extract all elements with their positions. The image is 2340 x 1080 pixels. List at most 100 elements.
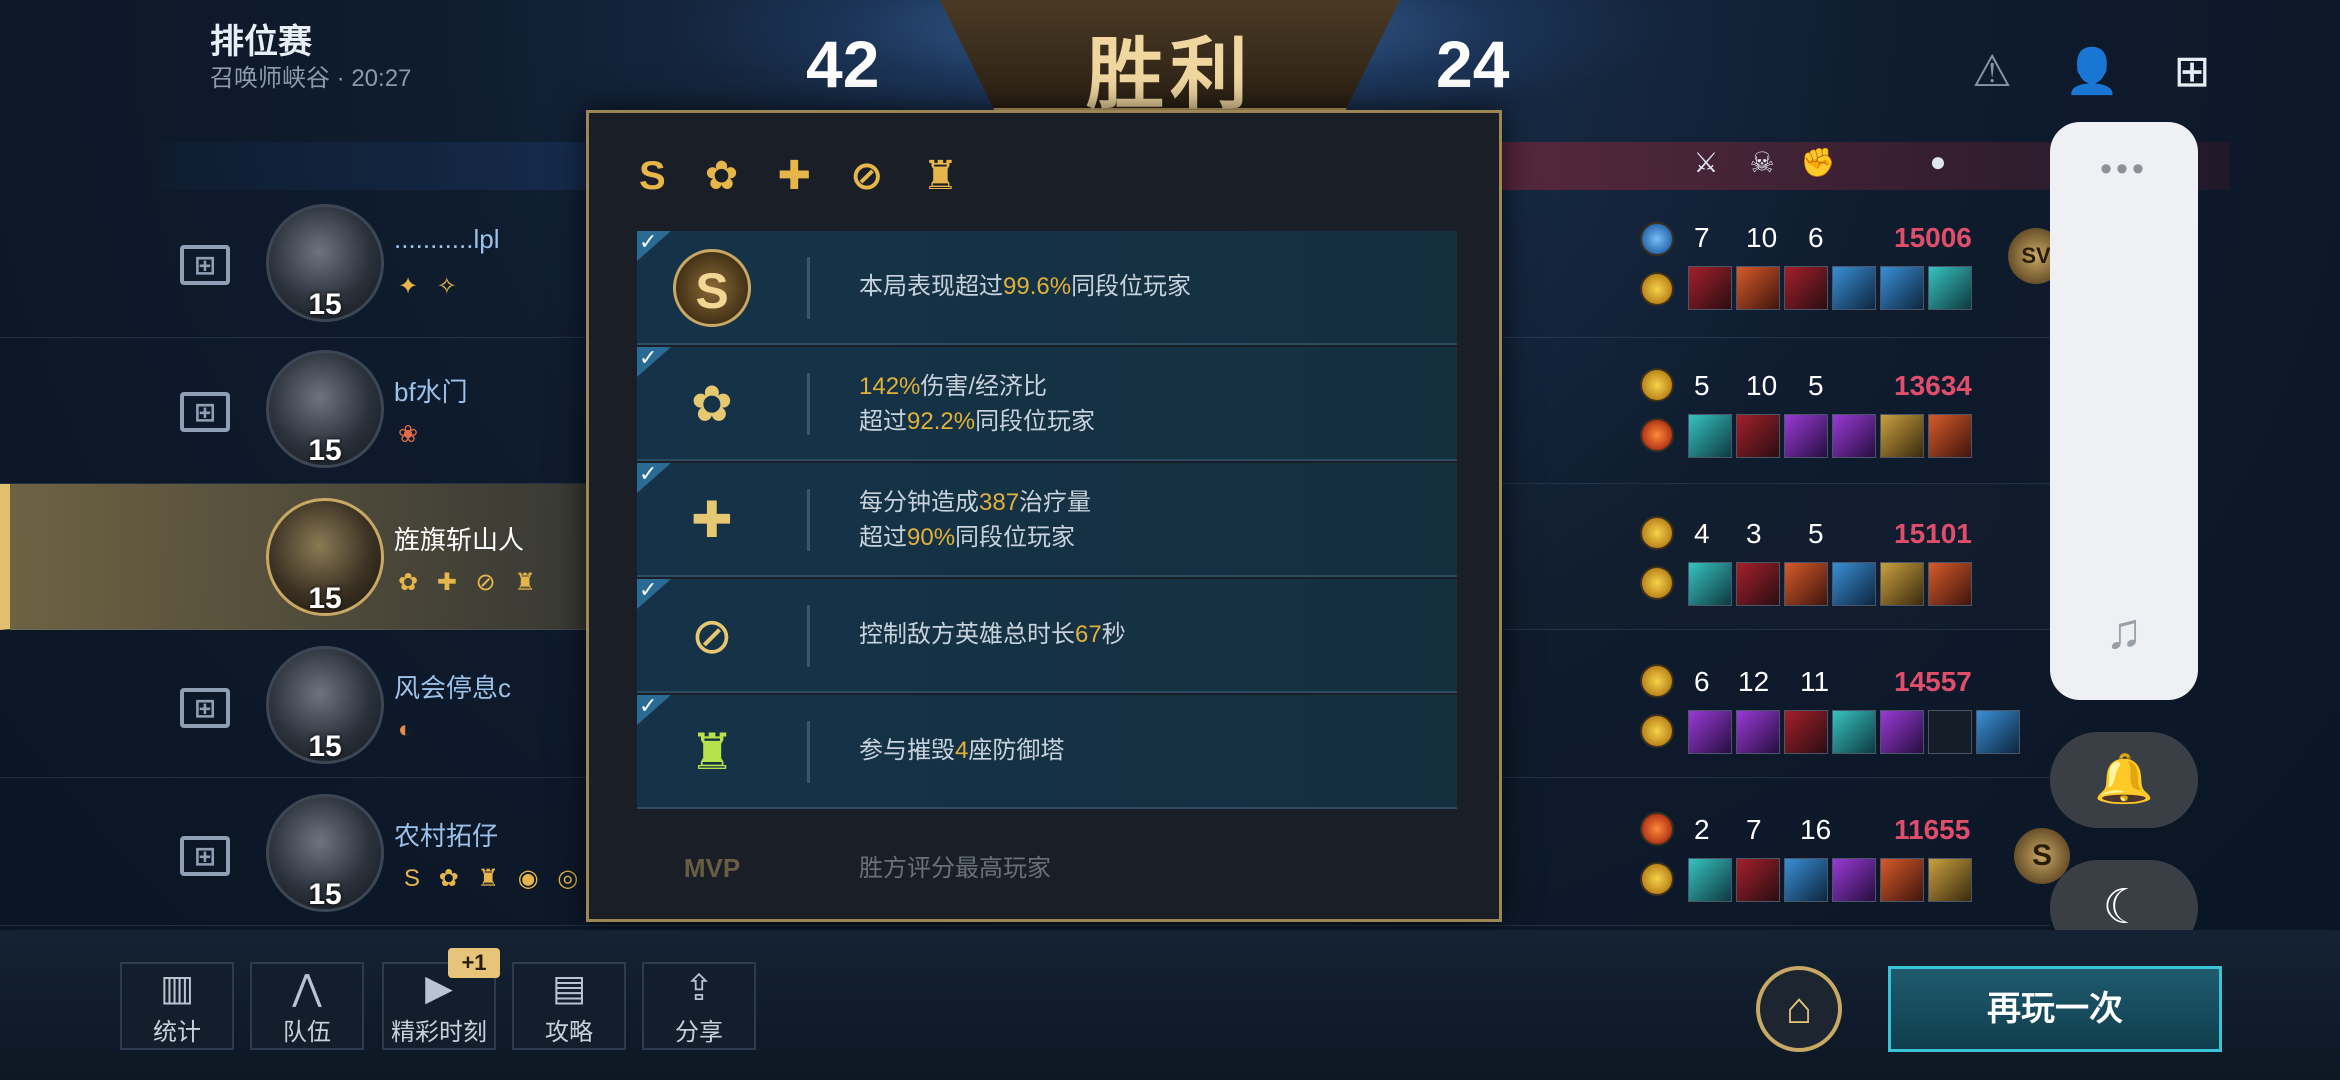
divider <box>807 605 810 667</box>
deaths: 10 <box>1746 222 1778 253</box>
achievement-item: ✓ ⊘ 控制敌方英雄总时长67秒 <box>637 577 1457 693</box>
kills: 2 <box>1694 814 1710 845</box>
item-slot <box>1880 562 1924 606</box>
item-slot <box>1784 414 1828 458</box>
kills: 4 <box>1694 518 1710 549</box>
mode-subtitle: 召唤师峡谷 · 20:27 <box>210 65 412 92</box>
summoner-spell-icon <box>1640 368 1674 402</box>
result-title: 胜利 <box>1085 30 1254 118</box>
item-slot <box>1832 858 1876 902</box>
crowd-control-clock-icon: ⊘ <box>691 608 733 664</box>
player-name[interactable]: bf水门 <box>394 372 468 409</box>
hero-level: 15 <box>308 878 342 911</box>
hero-level: 15 <box>308 288 342 321</box>
tower-icon: ♜ <box>689 724 735 780</box>
item-slot <box>1928 414 1972 458</box>
kills: 7 <box>1694 222 1710 253</box>
assists: 5 <box>1808 370 1824 401</box>
player-name[interactable]: ...........lpl <box>394 224 499 255</box>
summoner-spell-icon <box>1640 714 1674 748</box>
button-label: 队伍 <box>283 1019 331 1046</box>
skull-icon: ☠ <box>1749 147 1775 178</box>
item-slot <box>1784 710 1828 754</box>
text-segment: 伤害/经济比 <box>920 373 1048 400</box>
item-slot <box>1976 710 2020 754</box>
more-icon[interactable]: ••• <box>2050 150 2198 189</box>
item-slot <box>1928 858 1972 902</box>
highlight-number: 4 <box>955 737 969 764</box>
summoner-spell-icon <box>1640 516 1674 550</box>
warning-icon[interactable]: ⚠ <box>1964 44 2020 100</box>
summoner-spell-icon <box>1640 222 1674 256</box>
play-again-button[interactable]: 再玩一次 <box>1888 966 2222 1052</box>
home-button[interactable]: ⌂ <box>1756 966 1842 1052</box>
item-slot-empty <box>1928 710 1972 754</box>
item-slot <box>1928 562 1972 606</box>
item-slot <box>1832 414 1876 458</box>
item-slot <box>1688 562 1732 606</box>
item-slot <box>1784 562 1828 606</box>
check-icon: ✓ <box>639 229 658 254</box>
achievement-popup: S ✿ ✚ ⊘ ♜ ✓ S 本局表现超过99.6%同段位玩家 ✓ ✿ 142%伤… <box>586 110 1502 922</box>
item-slot <box>1784 858 1828 902</box>
deaths: 12 <box>1738 666 1770 697</box>
achievement-text: 142%伤害/经济比 超过92.2%同段位玩家 <box>859 369 1095 439</box>
player-badges: S ✿ ♜ ◉ ◎ <box>404 865 585 892</box>
summoner-spell-icon <box>1640 418 1674 452</box>
add-friend-icon[interactable]: 👤 <box>2064 44 2120 100</box>
assists: 16 <box>1800 814 1832 845</box>
report-row-icon[interactable]: ⊞ <box>180 836 230 876</box>
player-badges: ✿ ✚ ⊘ ♜ <box>398 569 542 596</box>
bell-icon[interactable]: 🔔 <box>2050 732 2198 828</box>
heal-heart-icon: ✚ <box>691 492 733 548</box>
highlight-number: 387 <box>979 489 1020 516</box>
item-slot <box>1736 266 1780 310</box>
item-slot <box>1688 266 1732 310</box>
divider <box>807 257 810 319</box>
achievement-item: ✓ ✿ 142%伤害/经济比 超过92.2%同段位玩家 <box>637 345 1457 461</box>
summoner-spell-icon <box>1640 664 1674 698</box>
deaths: 7 <box>1746 814 1762 845</box>
report-icon[interactable]: ⊞ <box>2164 44 2220 100</box>
item-slot <box>1880 266 1924 310</box>
report-row-icon[interactable]: ⊞ <box>180 392 230 432</box>
item-slot <box>1832 710 1876 754</box>
item-list <box>1688 266 1972 310</box>
button-label: 精彩时刻 <box>391 1019 487 1046</box>
player-name[interactable]: 风会停息c <box>394 668 511 705</box>
item-slot <box>1736 562 1780 606</box>
summoner-spell-icon <box>1640 566 1674 600</box>
coin-icon: ● <box>1929 146 1947 177</box>
assists: 11 <box>1800 666 1830 697</box>
achievement-text: 每分钟造成387治疗量 超过90%同段位玩家 <box>859 485 1091 555</box>
gold: 15006 <box>1894 222 1972 253</box>
divider <box>807 721 810 783</box>
guide-button[interactable]: ▤ 攻略 <box>512 962 626 1050</box>
score-right: 24 <box>1436 27 1510 101</box>
achievement-text: 胜方评分最高玩家 <box>859 855 1051 882</box>
kills: 6 <box>1694 666 1710 697</box>
item-slot <box>1736 414 1780 458</box>
item-slot <box>1880 858 1924 902</box>
report-row-icon[interactable]: ⊞ <box>180 688 230 728</box>
share-button[interactable]: ⇪ 分享 <box>642 962 756 1050</box>
text-segment: 控制敌方英雄总时长 <box>859 621 1075 648</box>
player-name[interactable]: 农村拓仔 <box>394 816 498 853</box>
hero-level: 15 <box>308 730 342 763</box>
music-icon[interactable]: ♫ <box>2050 602 2198 660</box>
item-slot <box>1880 710 1924 754</box>
highlight-number: 142% <box>859 373 921 400</box>
player-name[interactable]: 旌旗斩山人 <box>394 520 524 557</box>
team-button[interactable]: ⋀ 队伍 <box>250 962 364 1050</box>
bar-chart-icon: ▥ <box>159 967 194 1008</box>
score-left: 42 <box>806 27 880 101</box>
popup-badges: S ✿ ✚ ⊘ ♜ <box>639 154 973 198</box>
report-row-icon[interactable]: ⊞ <box>180 245 230 285</box>
mvp-icon: MVP <box>683 853 741 883</box>
text-segment: 超过 <box>859 408 907 435</box>
item-list <box>1688 710 2020 754</box>
text-segment: 参与摧毁 <box>859 737 955 764</box>
kills: 5 <box>1694 370 1710 401</box>
stats-button[interactable]: ▥ 统计 <box>120 962 234 1050</box>
deaths: 3 <box>1746 518 1762 549</box>
